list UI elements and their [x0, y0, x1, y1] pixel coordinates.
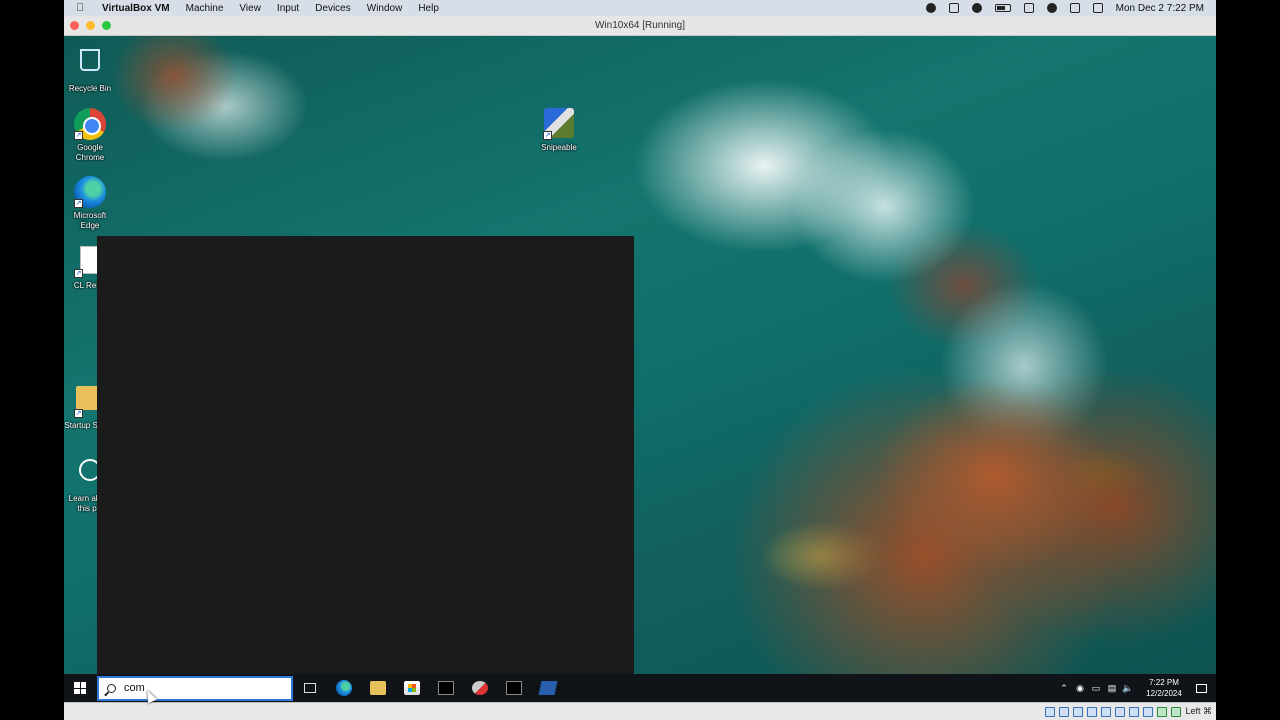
volume-icon[interactable]: 🔈 — [1120, 674, 1136, 702]
start-button[interactable] — [64, 674, 96, 702]
menu-machine[interactable]: Machine — [186, 3, 224, 14]
file-explorer-icon — [370, 681, 386, 695]
menu-window[interactable]: Window — [367, 3, 403, 14]
wifi-icon[interactable] — [1023, 3, 1034, 13]
audio-icon[interactable] — [1073, 706, 1084, 717]
search-icon — [107, 683, 116, 693]
taskbar-terminal-button[interactable] — [429, 674, 463, 702]
optical-drive-icon[interactable] — [1059, 706, 1070, 717]
vm-window-title: Win10x64 [Running] — [594, 20, 686, 31]
clock-date: 12/2/2024 — [1146, 689, 1182, 698]
apple-icon[interactable]:  — [76, 2, 90, 14]
taskbar-clock[interactable]: 7:22 PM 12/2/2024 — [1142, 677, 1186, 699]
mac-menu-bar:  VirtualBox VM Machine View Input Devic… — [64, 0, 1216, 16]
taskbar-cmd-button[interactable] — [497, 674, 531, 702]
shortcut-arrow-icon: ↗ — [74, 269, 83, 278]
network-icon[interactable]: ▤ — [1104, 674, 1120, 702]
battery-icon[interactable]: ▭ — [1088, 674, 1104, 702]
desktop-icon-label: Google Chrome — [75, 143, 105, 162]
shared-folders-icon[interactable] — [1115, 706, 1126, 717]
shortcut-arrow-icon: ↗ — [74, 199, 83, 208]
powershell-icon — [538, 681, 558, 695]
recording-icon[interactable] — [1143, 706, 1154, 717]
desktop-icon-recycle-bin[interactable]: Recycle Bin — [64, 44, 116, 94]
show-hidden-icons-chevron-icon[interactable]: ⌃ — [1056, 674, 1072, 702]
battery-icon[interactable] — [994, 4, 1011, 12]
desktop-icon-label: Microsoft Edge — [73, 211, 107, 230]
menu-input[interactable]: Input — [277, 3, 299, 14]
taskbar-store-button[interactable] — [395, 674, 429, 702]
security-icon[interactable]: ◉ — [1072, 674, 1088, 702]
usb-icon[interactable] — [1101, 706, 1112, 717]
windows-taskbar: ⌃ ◉ ▭ ▤ 🔈 7:22 PM 12/2/2024 — [64, 674, 1216, 702]
system-tray: ⌃ ◉ ▭ ▤ 🔈 7:22 PM 12/2/2024 — [1056, 674, 1216, 702]
task-view-icon — [304, 683, 316, 693]
taskbar-search-box[interactable] — [97, 675, 293, 701]
recycle-bin-icon — [80, 49, 100, 71]
clock-time: 7:22 PM — [1149, 678, 1179, 687]
hard-disk-icon[interactable] — [1045, 706, 1056, 717]
menu-view[interactable]: View — [239, 3, 261, 14]
desktop-icon-label: Snipeable — [541, 143, 577, 152]
virtualbox-status-bar: Left ⌘ — [64, 702, 1216, 720]
display-icon[interactable] — [1129, 706, 1140, 717]
menubar-status-area: Mon Dec 2 7:22 PM — [925, 3, 1216, 14]
microsoft-store-icon — [404, 681, 420, 695]
desktop-icon-snipeable[interactable]: ↗ Snipeable — [533, 108, 585, 153]
edge-icon — [336, 680, 352, 696]
notification-center-button[interactable] — [1186, 674, 1216, 702]
cpu-activity-icon[interactable] — [1157, 706, 1168, 717]
notification-icon — [1195, 683, 1207, 693]
dropbox-icon[interactable] — [948, 3, 959, 13]
taskbar-file-explorer-button[interactable] — [361, 674, 395, 702]
menubar-datetime[interactable]: Mon Dec 2 7:22 PM — [1116, 3, 1204, 14]
record-icon[interactable] — [925, 3, 936, 13]
search-results-panel[interactable] — [97, 236, 634, 674]
host-key-label: Left ⌘ — [1185, 706, 1212, 716]
time-machine-icon[interactable] — [971, 3, 982, 13]
terminal-icon — [438, 681, 454, 695]
command-prompt-icon — [506, 681, 522, 695]
mouse-integration-icon[interactable] — [1171, 706, 1182, 717]
taskbar-powershell-button[interactable] — [531, 674, 565, 702]
menu-help[interactable]: Help — [418, 3, 439, 14]
user-icon[interactable] — [1046, 3, 1057, 13]
shortcut-arrow-icon: ↗ — [543, 131, 552, 140]
desktop-icon-label: Recycle Bin — [68, 84, 112, 93]
shortcut-arrow-icon: ↗ — [74, 131, 83, 140]
menu-devices[interactable]: Devices — [315, 3, 351, 14]
taskbar-edge-button[interactable] — [327, 674, 361, 702]
network-adapter-icon[interactable] — [1087, 706, 1098, 717]
desktop-icon-microsoft-edge[interactable]: ↗ Microsoft Edge — [64, 176, 116, 231]
menu-app-name[interactable]: VirtualBox VM — [102, 3, 170, 14]
control-center-icon[interactable] — [1092, 3, 1103, 13]
spotlight-search-icon[interactable] — [1069, 3, 1080, 13]
taskbar-snipping-button[interactable] — [463, 674, 497, 702]
windows-logo-icon — [74, 682, 86, 694]
desktop-icon-google-chrome[interactable]: ↗ Google Chrome — [64, 108, 116, 163]
shortcut-arrow-icon: ↗ — [74, 409, 83, 418]
vm-window-titlebar: Win10x64 [Running] — [64, 16, 1216, 36]
snipping-tool-icon — [472, 681, 488, 695]
task-view-button[interactable] — [293, 674, 327, 702]
